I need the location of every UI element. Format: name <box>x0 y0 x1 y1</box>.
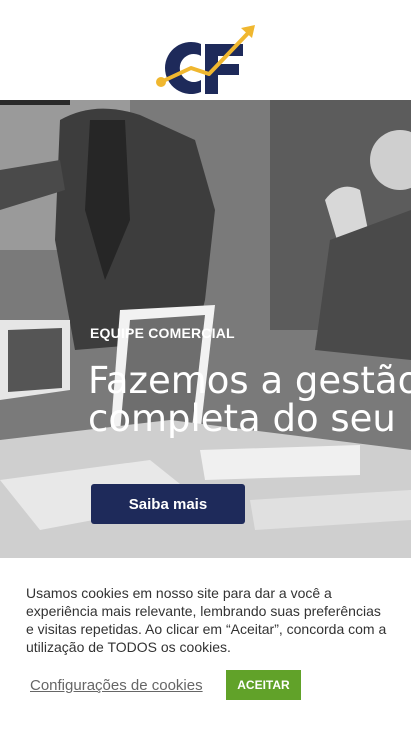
site-header <box>0 0 411 100</box>
hero-banner: EQUIPE COMERCIAL Fazemos a gestão comple… <box>0 100 411 558</box>
hero-headline: Fazemos a gestão completa do seu n <box>88 362 411 438</box>
cookie-consent-banner: Usamos cookies em nosso site para dar a … <box>0 558 411 731</box>
saiba-mais-button[interactable]: Saiba mais <box>91 484 245 524</box>
accept-cookies-button[interactable]: ACEITAR <box>226 670 301 700</box>
cookie-settings-link[interactable]: Configurações de cookies <box>30 677 203 694</box>
cf-logo-icon[interactable] <box>155 22 257 98</box>
hero-headline-line-2: completa do seu n <box>88 397 411 438</box>
hero-headline-line-1: Fazemos a gestão <box>88 362 411 402</box>
cookie-notice-text: Usamos cookies em nosso site para dar a … <box>26 585 387 655</box>
hero-eyebrow: EQUIPE COMERCIAL <box>90 325 235 341</box>
